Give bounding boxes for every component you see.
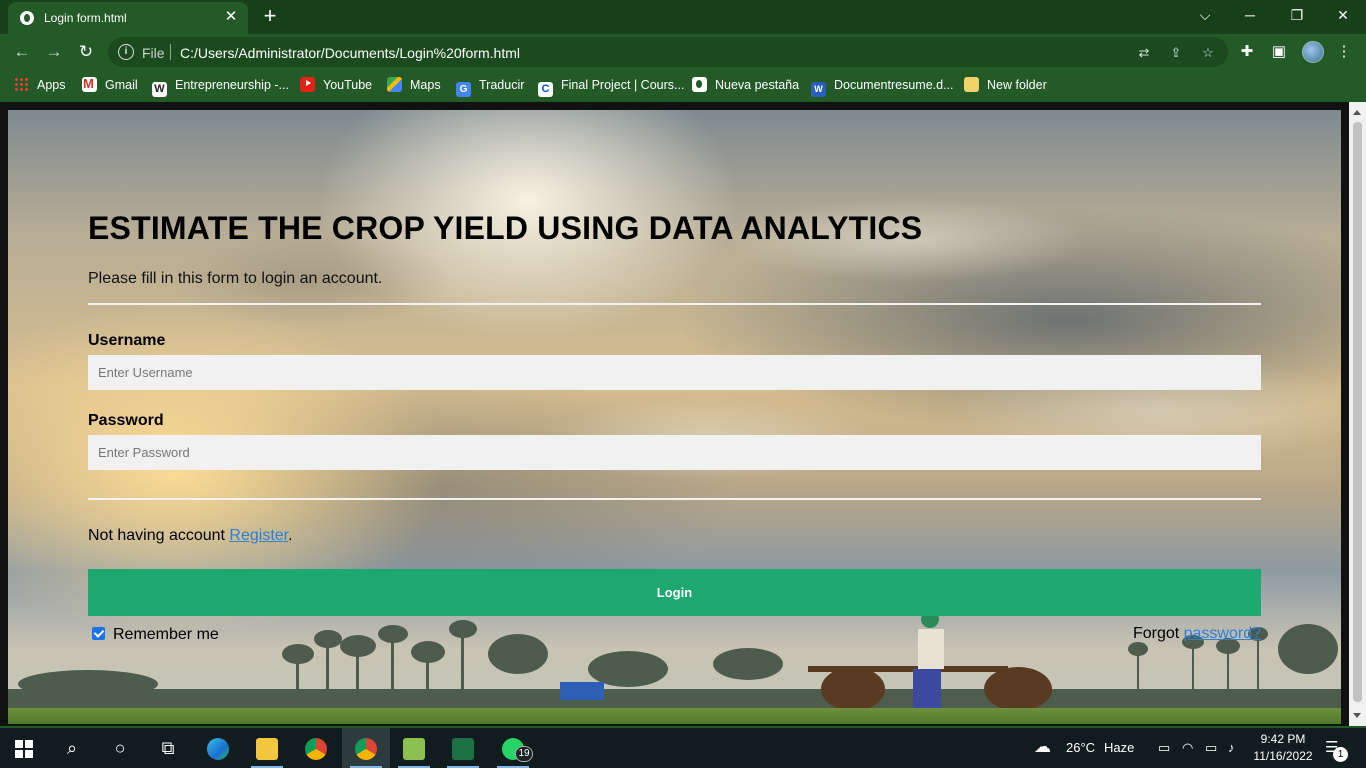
chrome-icon[interactable] <box>292 728 340 768</box>
form-instructions: Please fill in this form to login an acc… <box>88 270 383 287</box>
whatsapp-badge: 19 <box>515 746 533 762</box>
tab-title: Login form.html <box>44 11 127 25</box>
reload-button[interactable]: ↻ <box>74 40 98 64</box>
chrome-window-active-icon[interactable] <box>342 728 390 768</box>
clock-date: 11/16/2022 <box>1253 749 1313 763</box>
scroll-down-icon[interactable] <box>1353 713 1361 718</box>
bookmark-nueva-pestana[interactable]: Nueva pestaña <box>692 77 799 93</box>
login-form: ESTIMATE THE CROP YIELD USING DATA ANALY… <box>88 110 1261 724</box>
forgot-password-prompt: Forgot password? <box>1133 625 1261 643</box>
profile-avatar[interactable] <box>1302 41 1324 63</box>
maps-icon <box>387 77 402 92</box>
register-suffix: . <box>288 527 293 544</box>
remember-me-label: Remember me <box>113 626 219 643</box>
remember-me-checkbox[interactable] <box>92 627 105 640</box>
bookmark-traducir[interactable]: G Traducir <box>456 77 524 97</box>
word-icon: W <box>811 82 826 97</box>
share-icon[interactable]: ⇪ <box>1167 44 1185 62</box>
bookmark-new-folder[interactable]: New folder <box>964 77 1047 93</box>
windows-taskbar: ⌕ ○ ⧉ 19 ☁ 26°C Haze ▭ ◠ ▭ ♪ 9:42 PM 11/… <box>0 728 1366 768</box>
search-icon[interactable]: ⌕ <box>48 728 96 768</box>
menu-icon[interactable]: ⋮ <box>1334 42 1354 62</box>
bookmark-documentresume[interactable]: W Documentresume.d... <box>811 77 954 97</box>
battery-icon[interactable]: ▭ <box>1205 740 1217 756</box>
bottom-divider <box>88 498 1261 500</box>
weather-condition[interactable]: Haze <box>1104 740 1134 755</box>
excel-icon[interactable] <box>439 728 487 768</box>
notification-badge: 1 <box>1333 747 1348 762</box>
username-label: Username <box>88 332 166 349</box>
scroll-thumb[interactable] <box>1353 122 1362 702</box>
tab-search-icon[interactable]: ⌵ <box>1185 4 1225 28</box>
start-button[interactable] <box>0 728 48 768</box>
extensions-icon[interactable]: ✚ <box>1237 42 1257 62</box>
password-input[interactable] <box>88 435 1261 470</box>
register-prompt: Not having account Register. <box>88 527 293 545</box>
close-window-button[interactable]: ✕ <box>1323 4 1363 28</box>
wikipedia-icon: W <box>152 82 167 97</box>
folder-icon <box>964 77 979 92</box>
edge-icon[interactable] <box>194 728 242 768</box>
wifi-icon[interactable]: ◠ <box>1182 740 1193 756</box>
minimize-button[interactable]: ─ <box>1230 4 1270 28</box>
cortana-icon[interactable]: ○ <box>96 728 144 768</box>
tab-close-icon[interactable]: ✕ <box>222 8 240 26</box>
bookmark-gmail[interactable]: Gmail <box>82 76 138 93</box>
address-bar[interactable]: i File C:/Users/Administrator/Documents/… <box>108 37 1228 67</box>
coursera-icon: C <box>538 82 553 97</box>
bookmark-entrepreneurship[interactable]: W Entrepreneurship -... <box>152 77 289 97</box>
notepad-icon[interactable] <box>390 728 438 768</box>
gmail-icon <box>82 76 97 92</box>
page-viewport: ESTIMATE THE CROP YIELD USING DATA ANALY… <box>0 102 1366 726</box>
bookmark-apps[interactable]: Apps <box>14 77 66 93</box>
youtube-icon <box>300 77 315 92</box>
browser-toolbar: ← → ↻ i File C:/Users/Administrator/Docu… <box>0 34 1366 70</box>
apps-grid-icon <box>14 77 29 92</box>
tab-login-form[interactable]: Login form.html ✕ <box>8 2 248 34</box>
meet-now-icon[interactable]: ▭ <box>1158 740 1170 756</box>
forgot-password-link[interactable]: password? <box>1184 625 1261 642</box>
bookmark-final-project[interactable]: C Final Project | Cours... <box>538 77 684 97</box>
top-divider <box>88 303 1261 305</box>
register-link[interactable]: Register <box>229 527 288 544</box>
scroll-up-icon[interactable] <box>1353 110 1361 115</box>
system-clock[interactable]: 9:42 PM 11/16/2022 <box>1248 731 1318 765</box>
side-panel-icon[interactable]: ▣ <box>1269 42 1289 62</box>
forward-button[interactable]: → <box>42 40 66 64</box>
windows-logo-icon <box>15 740 33 759</box>
bookmark-youtube[interactable]: YouTube <box>300 77 372 93</box>
address-scheme: File <box>142 45 165 61</box>
username-input[interactable] <box>88 355 1261 390</box>
login-button[interactable]: Login <box>88 569 1261 616</box>
task-view-icon[interactable]: ⧉ <box>144 728 192 768</box>
back-button[interactable]: ← <box>10 40 34 64</box>
weather-temp[interactable]: 26°C <box>1066 740 1095 755</box>
page-title: ESTIMATE THE CROP YIELD USING DATA ANALY… <box>88 210 923 246</box>
password-label: Password <box>88 412 164 429</box>
file-explorer-icon[interactable] <box>243 728 291 768</box>
bookmark-star-icon[interactable]: ☆ <box>1199 44 1217 62</box>
register-prefix: Not having account <box>88 527 230 544</box>
page-scrollbar[interactable] <box>1349 102 1366 726</box>
restore-button[interactable]: ❐ <box>1277 4 1317 28</box>
weather-icon[interactable]: ☁ <box>1034 737 1051 757</box>
background-farm-scene: ESTIMATE THE CROP YIELD USING DATA ANALY… <box>8 110 1341 724</box>
tab-strip: Login form.html ✕ + ⌵ ─ ❐ ✕ <box>0 0 1366 34</box>
globe-icon <box>20 11 34 25</box>
address-divider <box>170 44 171 60</box>
forgot-prefix: Forgot <box>1132 625 1184 642</box>
address-url[interactable]: C:/Users/Administrator/Documents/Login%2… <box>180 45 520 61</box>
bookmark-maps[interactable]: Maps <box>387 77 441 93</box>
globe-icon <box>692 77 707 92</box>
volume-icon[interactable]: ♪ <box>1228 740 1235 755</box>
translate-icon[interactable]: ⇄ <box>1135 44 1153 62</box>
clock-time: 9:42 PM <box>1260 732 1306 746</box>
bookmarks-bar: Apps Gmail WEntrepreneurship -... YouTub… <box>0 70 1366 100</box>
info-icon[interactable]: i <box>118 44 134 60</box>
translate-icon: G <box>456 82 471 97</box>
new-tab-button[interactable]: + <box>258 5 282 29</box>
remember-me[interactable]: Remember me <box>92 626 219 644</box>
